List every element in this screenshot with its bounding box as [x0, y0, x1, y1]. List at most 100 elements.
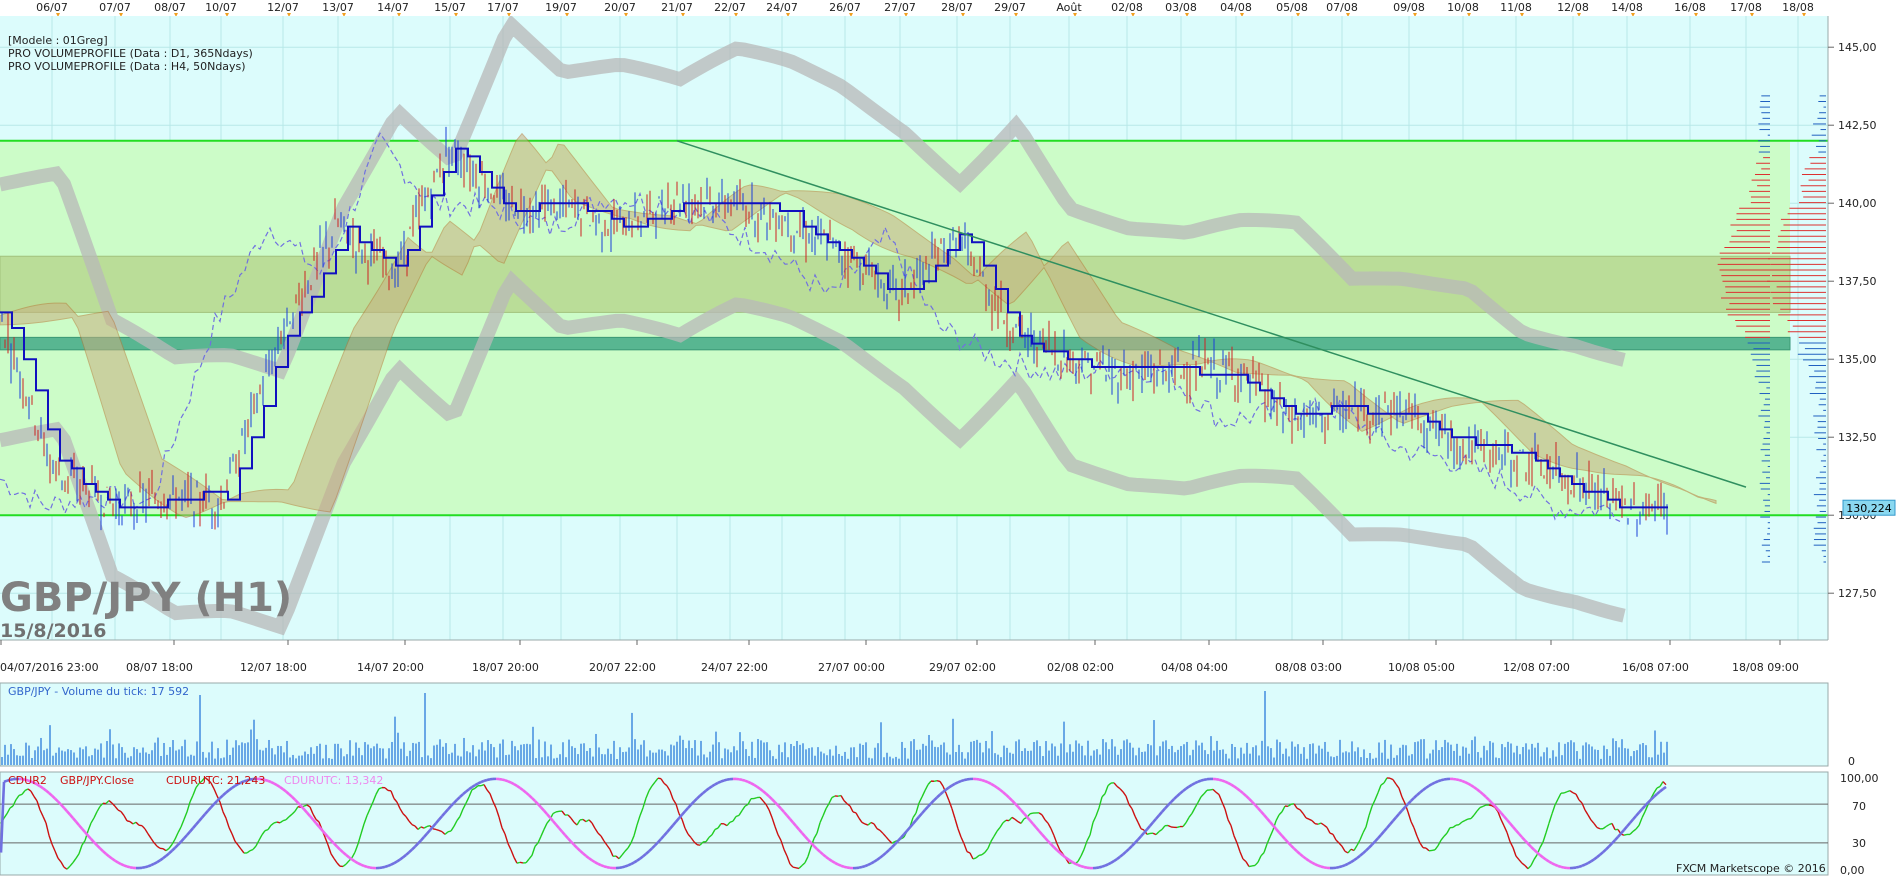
resistance-zone	[0, 256, 1790, 312]
osc-slow-segment	[1234, 786, 1237, 788]
price-axis-area[interactable]	[1828, 16, 1903, 640]
osc-slow-segment	[121, 864, 124, 865]
osc-slow-segment	[157, 860, 160, 862]
time-tick-label: 20/07 22:00	[589, 661, 656, 674]
osc-slow-segment	[994, 786, 997, 788]
osc-fast-segment	[754, 798, 757, 799]
osc-slow-segment	[1660, 789, 1663, 791]
top-date-label: 22/07	[714, 1, 746, 14]
price-tick-label: 132,50	[1838, 431, 1877, 444]
osc-fast-segment	[658, 778, 661, 779]
osc-slow-segment	[721, 780, 724, 781]
osc-slow-segment	[1474, 787, 1477, 789]
osc-slow-segment	[1357, 856, 1360, 858]
osc-slow-segment	[4, 781, 7, 782]
osc-slow-segment	[1072, 862, 1075, 864]
osc-slow-segment	[1555, 865, 1558, 866]
osc-slow-segment	[1429, 784, 1432, 786]
time-tick-label: 12/07 18:00	[240, 661, 307, 674]
osc-slow-segment	[1426, 786, 1429, 788]
time-tick-label: 16/08 07:00	[1622, 661, 1689, 674]
osc-slow-segment	[1546, 860, 1549, 862]
oscillator-panel[interactable]: CDUR2 GBP/JPY.Close CDURUTC: 21,243 CDUR…	[0, 772, 1879, 877]
osc-slow-segment	[1084, 867, 1087, 868]
osc-slow-segment	[757, 787, 760, 789]
osc-slow-segment	[961, 780, 964, 781]
osc-slow-segment	[397, 860, 400, 862]
osc-slow-segment	[1591, 859, 1594, 861]
osc-slow-segment	[589, 858, 592, 860]
osc-slow-segment	[958, 781, 961, 782]
time-axis-area	[0, 640, 1903, 680]
osc-slow-segment	[265, 780, 268, 781]
top-date-label: 09/08	[1393, 1, 1425, 14]
osc-slow-segment	[268, 781, 271, 782]
osc-slow-segment	[1471, 785, 1474, 787]
osc-slow-segment	[859, 867, 862, 868]
osc-slow-segment	[1228, 783, 1231, 785]
osc-slow-segment	[1345, 864, 1348, 865]
osc-fast-segment	[274, 822, 277, 823]
osc-label-cdurutc-1: CDURUTC: 21,243	[166, 774, 265, 787]
top-date-label: 24/07	[766, 1, 798, 14]
top-date-label: 17/07	[487, 1, 519, 14]
osc-slow-segment	[634, 861, 637, 863]
osc-slow-segment	[955, 782, 958, 783]
top-date-label: 18/08	[1782, 1, 1814, 14]
osc-slow-segment	[586, 856, 589, 858]
osc-slow-segment	[151, 864, 154, 865]
osc-slow-segment	[1324, 867, 1327, 868]
osc-slow-segment	[715, 783, 718, 785]
osc-slow-segment	[832, 861, 835, 863]
osc-slow-segment	[1078, 865, 1081, 866]
osc-fast-segment	[520, 862, 523, 863]
osc-slow-segment	[148, 865, 151, 866]
osc-slow-segment	[601, 865, 604, 866]
osc-slow-segment	[1441, 780, 1444, 781]
watermark-symbol: GBP/JPY (H1)	[0, 575, 292, 621]
osc-slow-segment	[709, 786, 712, 788]
osc-slow-segment	[637, 859, 640, 861]
osc-slow-segment	[1198, 781, 1201, 782]
osc-slow-segment	[1216, 779, 1219, 780]
osc-slow-segment	[1189, 785, 1192, 787]
osc-slow-segment	[1561, 867, 1564, 868]
osc-slow-segment	[1585, 863, 1588, 864]
osc-slow-segment	[745, 781, 748, 782]
osc-slow-segment	[841, 866, 844, 867]
top-date-label: Août	[1056, 1, 1082, 14]
copyright: FXCM Marketscope © 2016	[1676, 862, 1826, 875]
osc-slow-segment	[712, 784, 715, 786]
price-panel[interactable]: GBP/JPY (H1) 15/8/2016 [Modele : 01Greg]…	[0, 16, 1828, 642]
osc-fast-segment	[580, 819, 583, 820]
osc-slow-segment	[1549, 862, 1552, 864]
osc-slow-segment	[358, 863, 361, 864]
osc-slow-segment	[739, 779, 742, 780]
osc-axis-0: 0,00	[1840, 864, 1865, 877]
osc-slow-segment	[628, 864, 631, 865]
osc-label-cdur2: CDUR2	[8, 774, 47, 787]
osc-slow-segment	[1183, 789, 1186, 791]
top-date-label: 28/07	[941, 1, 973, 14]
osc-slow-segment	[508, 781, 511, 782]
osc-slow-segment	[1117, 857, 1120, 859]
volume-panel[interactable]: GBP/JPY - Volume du tick: 17 592 0	[0, 683, 1855, 768]
top-date-label: 03/08	[1165, 1, 1197, 14]
chart-svg: 06/0707/0708/0710/0712/0713/0714/0715/07…	[0, 0, 1903, 878]
osc-slow-segment	[280, 787, 283, 789]
oscillator-axis: 100,00 70 30 0,00	[1840, 772, 1879, 877]
osc-slow-segment	[946, 787, 949, 789]
osc-slow-segment	[1582, 865, 1585, 866]
osc-slow-segment	[112, 859, 115, 861]
osc-slow-segment	[622, 867, 625, 868]
osc-slow-segment	[1102, 866, 1105, 867]
osc-slow-segment	[355, 861, 358, 863]
volume-label: GBP/JPY - Volume du tick: 17 592	[8, 685, 189, 698]
price-tick-label: 135,00	[1838, 353, 1877, 366]
osc-slow-segment	[1462, 781, 1465, 782]
osc-slow-segment	[361, 865, 364, 866]
time-tick-label: 04/07/2016 23:00	[0, 661, 99, 674]
osc-slow-segment	[400, 857, 403, 859]
osc-slow-segment	[985, 781, 988, 782]
osc-slow-segment	[277, 785, 280, 787]
